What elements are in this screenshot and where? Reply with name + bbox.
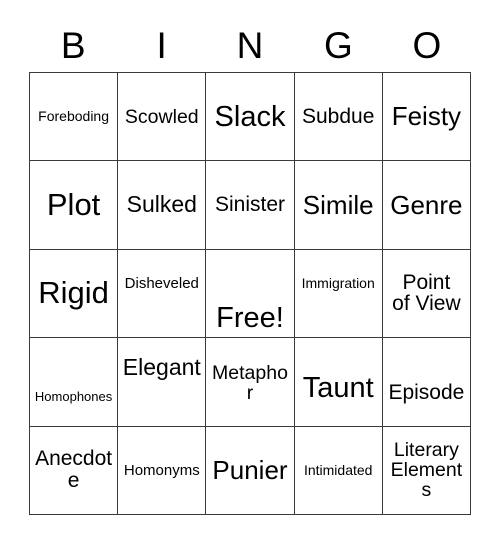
bingo-cell-label: Literary Elements bbox=[390, 438, 463, 502]
bingo-cell-label: Plot bbox=[46, 186, 101, 222]
bingo-grid: Foreboding Scowled Slack Subdue Feisty Plot Su… bbox=[29, 72, 471, 515]
bingo-cell-label: Feisty bbox=[391, 101, 462, 132]
bingo-header-row: B I N G O bbox=[29, 18, 471, 72]
bingo-cell-label: Anecdote bbox=[35, 447, 113, 493]
bingo-cell-label: Taunt bbox=[302, 372, 374, 405]
bingo-cell-r2c3[interactable]: Sinister bbox=[206, 161, 295, 250]
bingo-cell-label: Metaphor bbox=[212, 362, 288, 405]
bingo-header-letter-b: B bbox=[60, 24, 86, 66]
bingo-cell-label: Sulked bbox=[126, 191, 197, 218]
bingo-cell-label: Immigration bbox=[301, 274, 375, 291]
bingo-cell-r3c5[interactable]: Point of View bbox=[382, 249, 471, 339]
bingo-header-letter-n: N bbox=[236, 24, 264, 66]
bingo-header-letter-o: O bbox=[412, 24, 442, 66]
bingo-cell-r1c5[interactable]: Feisty bbox=[382, 73, 471, 162]
bingo-cell-r4c1[interactable]: Homophones bbox=[30, 338, 119, 427]
bingo-cell-r5c3[interactable]: Punier bbox=[206, 426, 295, 515]
bingo-cell-label: Scowled bbox=[124, 105, 199, 128]
bingo-cell-r2c1[interactable]: Plot bbox=[30, 161, 119, 250]
bingo-cell-label: Simile bbox=[302, 189, 374, 220]
bingo-cell-label: Disheveled bbox=[124, 274, 199, 292]
bingo-cell-label: Elegant bbox=[122, 354, 201, 381]
bingo-cell-r2c2[interactable]: Sulked bbox=[118, 161, 207, 250]
bingo-cell-r1c2[interactable]: Scowled bbox=[118, 73, 207, 162]
bingo-cell-r5c4[interactable]: Intimidated bbox=[294, 426, 383, 515]
bingo-cell-r4c3[interactable]: Metaphor bbox=[206, 338, 295, 427]
bingo-cell-label: Intimidated bbox=[303, 462, 373, 479]
bingo-cell-label: Genre bbox=[390, 189, 463, 220]
bingo-cell-label: Foreboding bbox=[38, 108, 109, 125]
bingo-cell-r1c4[interactable]: Subdue bbox=[294, 73, 383, 162]
bingo-cell-label: Free! bbox=[216, 302, 284, 335]
bingo-cell-r5c1[interactable]: Anecdote bbox=[30, 426, 119, 515]
bingo-cell-r4c2[interactable]: Elegant bbox=[118, 338, 207, 427]
bingo-cell-r5c5[interactable]: Literary Elements bbox=[382, 426, 471, 515]
bingo-cell-r3c1[interactable]: Rigid bbox=[30, 249, 119, 339]
bingo-cell-r3c2[interactable]: Disheveled bbox=[118, 249, 207, 339]
bingo-header-letter-g: G bbox=[324, 24, 353, 66]
bingo-cell-label: Homophones bbox=[34, 389, 113, 405]
bingo-card: B I N G O Foreboding Scowled Slack Subdue Fe… bbox=[0, 0, 500, 544]
bingo-cell-r5c2[interactable]: Homonyms bbox=[118, 426, 207, 515]
bingo-cell-r4c4[interactable]: Taunt bbox=[294, 338, 383, 427]
bingo-cell-r2c5[interactable]: Genre bbox=[382, 161, 471, 250]
bingo-cell-r3c3[interactable]: Free! bbox=[206, 249, 295, 339]
bingo-cell-r1c1[interactable]: Foreboding bbox=[30, 73, 119, 162]
bingo-cell-label: Subdue bbox=[301, 104, 375, 128]
bingo-cell-r1c3[interactable]: Slack bbox=[206, 73, 295, 162]
bingo-cell-r2c4[interactable]: Simile bbox=[294, 161, 383, 250]
bingo-cell-label: Point of View bbox=[392, 270, 461, 316]
bingo-cell-label: Punier bbox=[212, 454, 288, 485]
bingo-cell-label: Episode bbox=[388, 380, 465, 404]
bingo-cell-label: Rigid bbox=[38, 275, 109, 311]
bingo-cell-r3c4[interactable]: Immigration bbox=[294, 249, 383, 339]
bingo-header-letter-i: I bbox=[156, 24, 167, 66]
bingo-cell-r4c5[interactable]: Episode bbox=[382, 338, 471, 427]
bingo-cell-label: Sinister bbox=[214, 193, 285, 217]
bingo-cell-label: Slack bbox=[214, 100, 286, 133]
bingo-cell-label: Homonyms bbox=[123, 461, 200, 479]
